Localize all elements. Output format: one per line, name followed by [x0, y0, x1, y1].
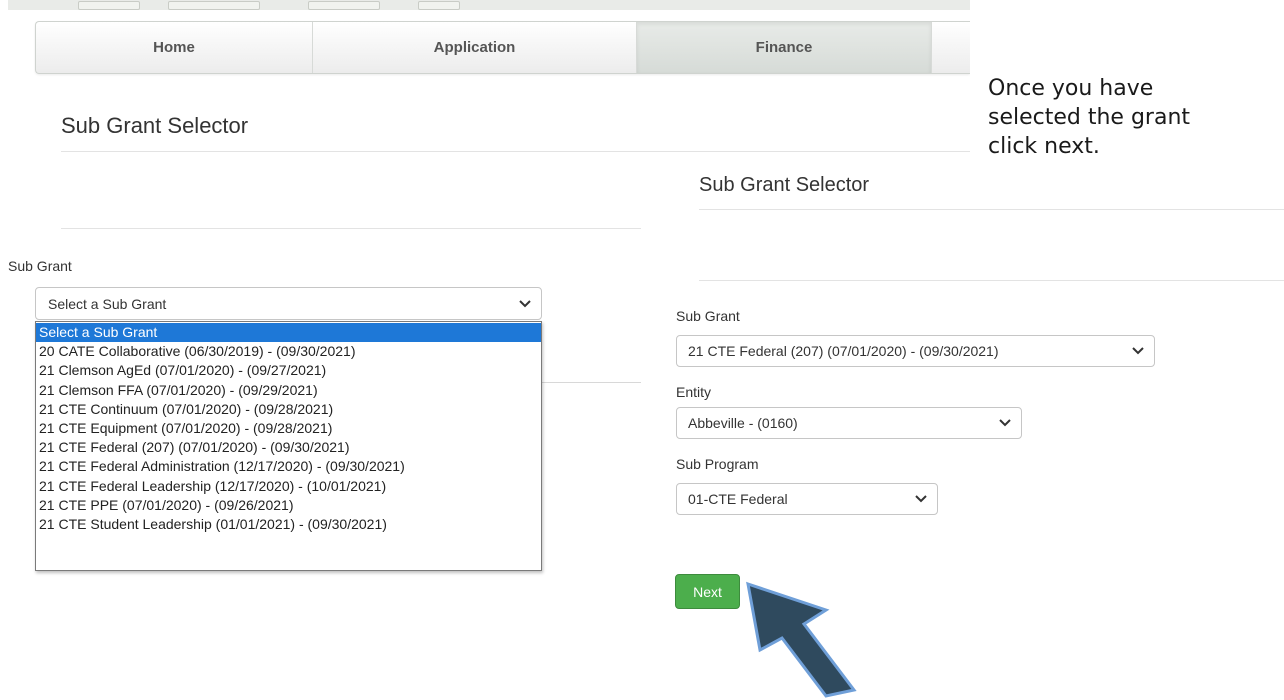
tab-truncated[interactable] [932, 22, 970, 73]
entity-select[interactable]: Abbeville - (0160) [676, 407, 1022, 439]
dropdown-option[interactable]: 21 CTE Federal (207) (07/01/2020) - (09/… [36, 438, 541, 457]
annotation-line: Once you have [988, 76, 1154, 101]
sub-grant-dropdown-list[interactable]: Select a Sub Grant 20 CATE Collaborative … [35, 321, 542, 571]
divider [61, 228, 641, 229]
header-banner-strip [8, 0, 970, 10]
tab-finance[interactable]: Finance [637, 22, 932, 73]
chevron-down-icon [915, 492, 927, 506]
entity-select-value: Abbeville - (0160) [688, 415, 798, 431]
divider [541, 382, 641, 383]
instruction-annotation: Once you have selected the grant click n… [988, 74, 1278, 161]
tab-home[interactable]: Home [36, 22, 313, 73]
dropdown-option[interactable]: 21 Clemson FFA (07/01/2020) - (09/29/202… [36, 381, 541, 400]
sub-program-select-value: 01-CTE Federal [688, 491, 788, 507]
sub-program-select[interactable]: 01-CTE Federal [676, 483, 938, 515]
page-title: Sub Grant Selector [61, 113, 249, 138]
main-navbar: Home Application Finance [35, 21, 970, 74]
dropdown-option[interactable]: 21 Clemson AgEd (07/01/2020) - (09/27/20… [36, 361, 541, 380]
sub-grant-label: Sub Grant [8, 258, 72, 274]
sub-grant-select-value: Select a Sub Grant [48, 295, 167, 312]
divider [61, 151, 970, 152]
sub-program-label: Sub Program [676, 456, 759, 472]
dropdown-option[interactable]: 21 CTE Federal Leadership (12/17/2020) -… [36, 477, 541, 496]
dropdown-option[interactable]: 21 CTE Equipment (07/01/2020) - (09/28/2… [36, 419, 541, 438]
sub-grant-select[interactable]: Select a Sub Grant [35, 287, 542, 320]
dropdown-option[interactable]: 21 CTE PPE (07/01/2020) - (09/26/2021) [36, 496, 541, 515]
sub-grant-select[interactable]: 21 CTE Federal (207) (07/01/2020) - (09/… [676, 335, 1155, 367]
dropdown-option[interactable]: 20 CATE Collaborative (06/30/2019) - (09… [36, 342, 541, 361]
page-title: Sub Grant Selector [699, 174, 870, 196]
pointer-arrow-icon [746, 581, 857, 698]
chevron-down-icon [519, 297, 531, 311]
dropdown-option[interactable]: 21 CTE Federal Administration (12/17/202… [36, 457, 541, 476]
dropdown-option[interactable]: Select a Sub Grant [36, 323, 541, 343]
divider [699, 209, 1284, 210]
entity-label: Entity [676, 384, 712, 400]
annotation-line: selected the grant [988, 105, 1191, 130]
sub-grant-label: Sub Grant [676, 308, 740, 324]
chevron-down-icon [999, 416, 1011, 430]
dropdown-option[interactable]: 21 CTE Student Leadership (01/01/2021) -… [36, 515, 541, 534]
annotation-line: click next. [988, 134, 1100, 159]
dropdown-option[interactable]: 21 CTE Continuum (07/01/2020) - (09/28/2… [36, 400, 541, 419]
sub-grant-select-value: 21 CTE Federal (207) (07/01/2020) - (09/… [688, 343, 999, 359]
chevron-down-icon [1132, 344, 1144, 358]
divider [699, 280, 1284, 281]
tab-application[interactable]: Application [313, 22, 637, 73]
